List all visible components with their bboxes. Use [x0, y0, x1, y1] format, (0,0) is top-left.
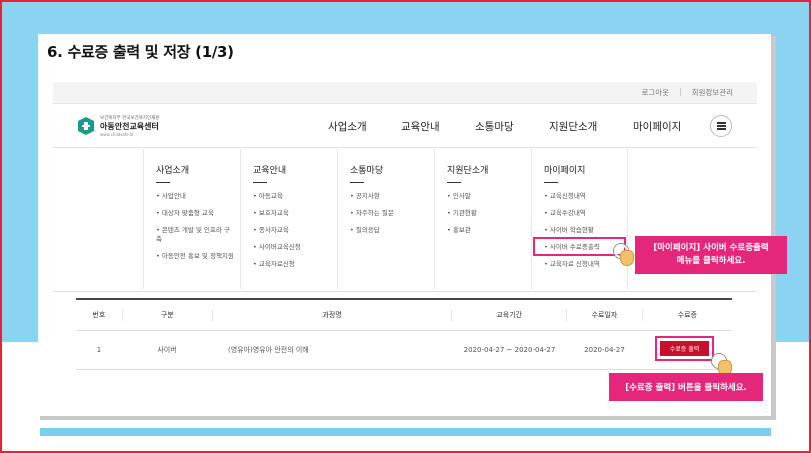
divider: |: [679, 87, 682, 96]
member-info-link[interactable]: 회원정보관리: [692, 87, 733, 98]
mega-col-community: 소통마당 • 공지사항 • 자주하는 질문 • 질의응답: [337, 149, 434, 289]
mega-col-title[interactable]: 지원단소개: [447, 163, 531, 176]
bottom-decor-bar: [40, 428, 771, 436]
mega-item[interactable]: • 기관현황: [447, 209, 531, 218]
menu-highlight-box: [533, 237, 626, 256]
print-certificate-button[interactable]: 수료증 출력: [660, 341, 709, 356]
mega-item[interactable]: • 보호자교육: [253, 209, 337, 218]
col-period: 교육기간: [496, 311, 523, 319]
mega-item[interactable]: • 교육신청내역: [544, 192, 627, 201]
mega-col-business: 사업소개 • 사업안내 • 대상자 맞춤형 교육 • 콘텐츠 개발 및 인프라 …: [143, 149, 240, 289]
mega-item[interactable]: • 대상자 맞춤형 교육: [156, 209, 240, 218]
mega-item[interactable]: • 종사자교육: [253, 226, 337, 235]
mega-col-mypage: 마이페이지 • 교육신청내역 • 교육수강내역 • 사이버 학습현황 • 사이버…: [531, 149, 628, 289]
mega-item[interactable]: • 사이버교육신청: [253, 243, 337, 252]
mega-col-education: 교육안내 • 아동교육 • 보호자교육 • 종사자교육 • 사이버교육신청 • …: [240, 149, 337, 289]
cell-course: (영유아)영유아 안전의 이해: [228, 346, 309, 354]
mega-item[interactable]: • 질의응답: [350, 226, 434, 235]
col-course: 과정명: [322, 311, 342, 319]
gnb-item-support[interactable]: 지원단소개: [549, 119, 633, 134]
mega-item[interactable]: • 교육자료신청: [253, 260, 337, 269]
mega-col-title[interactable]: 소통마당: [350, 163, 434, 176]
mega-item[interactable]: • 자주하는 질문: [350, 209, 434, 218]
cell-type: 사이버: [157, 346, 177, 354]
gnb-menu: 사업소개 교육안내 소통마당 지원단소개 마이페이지: [328, 119, 681, 134]
utility-bar: 로그아웃 | 회원정보관리: [53, 82, 757, 104]
gnb-item-community[interactable]: 소통마당: [475, 119, 549, 134]
table-row: 1 사이버 (영유아)영유아 안전의 이해 2020-04-27 ~ 2020-…: [76, 331, 732, 370]
logout-link[interactable]: 로그아웃: [641, 87, 669, 98]
menu-icon[interactable]: [710, 115, 732, 137]
col-completed: 수료일자: [591, 311, 618, 319]
col-no: 번호: [92, 311, 106, 319]
cell-period: 2020-04-27 ~ 2020-04-27: [463, 346, 556, 354]
cell-no: 1: [96, 346, 102, 354]
button-highlight-box: 수료증 출력: [655, 336, 714, 361]
callout-button-instruction: [수료증 출력] 버튼을 클릭하세요.: [609, 373, 763, 401]
gnb-item-education[interactable]: 교육안내: [401, 119, 475, 134]
col-certificate: 수료증: [677, 311, 697, 319]
mega-item[interactable]: • 사업안내: [156, 192, 240, 201]
gnb-item-mypage[interactable]: 마이페이지: [633, 119, 681, 134]
logo-name: 아동안전교육센터: [100, 122, 159, 131]
mega-item[interactable]: • 콘텐츠 개발 및 인프라 구축: [156, 226, 240, 244]
mega-col-title[interactable]: 교육안내: [253, 163, 337, 176]
table-header: 번호 구분 과정명 교육기간 수료일자 수료증: [76, 298, 732, 331]
callout-menu-instruction: [마이페이지] 사이버 수료증출력 메뉴를 클릭하세요.: [635, 236, 787, 274]
gnb-item-business[interactable]: 사업소개: [328, 119, 401, 134]
mega-item[interactable]: • 인사말: [447, 192, 531, 201]
mega-item[interactable]: • 아동안전 홍보 및 정책지원: [156, 252, 240, 261]
certificate-table: 번호 구분 과정명 교육기간 수료일자 수료증 1 사이버 (영유아)영유아 안…: [76, 298, 732, 370]
site-logo[interactable]: 보건복지부 한국보건복지인재원 아동안전교육센터 www.childsafe.k…: [77, 115, 159, 137]
logo-icon: [77, 116, 95, 136]
col-type: 구분: [160, 311, 174, 319]
mega-item[interactable]: • 교육수강내역: [544, 209, 627, 218]
mega-item[interactable]: • 홍보관: [447, 226, 531, 235]
logo-url: www.childsafe.kr: [100, 132, 134, 137]
mega-item[interactable]: • 사이버 학습현황: [544, 226, 627, 235]
pointer-hand-icon: [614, 244, 636, 266]
global-nav: 보건복지부 한국보건복지인재원 아동안전교육센터 www.childsafe.k…: [53, 104, 757, 148]
mega-col-support: 지원단소개 • 인사말 • 기관현황 • 홍보관: [434, 149, 531, 289]
mega-item[interactable]: • 아동교육: [253, 192, 337, 201]
divider: [53, 291, 757, 292]
mega-col-title[interactable]: 마이페이지: [544, 163, 627, 176]
slide-title: 6. 수료증 출력 및 저장 (1/3): [47, 43, 234, 61]
mega-item[interactable]: • 공지사항: [350, 192, 434, 201]
cell-completed: 2020-04-27: [584, 346, 625, 354]
mega-col-title[interactable]: 사업소개: [156, 163, 240, 176]
